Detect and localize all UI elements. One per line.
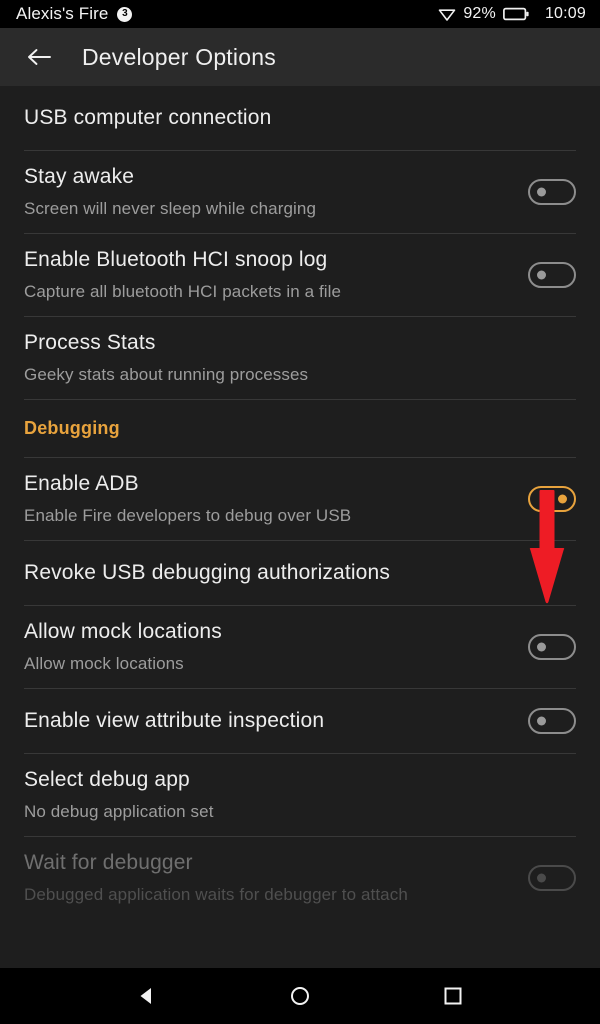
list-item-usb-computer-connection[interactable]: USB computer connection [0,86,600,150]
list-item-enable-view-attribute-inspection[interactable]: Enable view attribute inspection [0,689,600,753]
stay-awake-toggle[interactable] [528,179,576,205]
row-text-block: Enable Bluetooth HCI snoop log Capture a… [24,247,528,302]
battery-percent-label: 92% [463,5,496,22]
row-subtitle: No debug application set [24,801,214,821]
row-subtitle: Capture all bluetooth HCI packets in a f… [24,281,342,301]
row-subtitle: Geeky stats about running processes [24,364,309,384]
device-name-label: Alexis's Fire [16,4,109,23]
row-title: Process Stats [24,331,156,355]
nav-back-triangle-icon [136,985,158,1007]
section-header-debugging: Debugging [0,400,600,457]
toggle-knob [537,716,546,726]
toggle-knob [537,187,546,197]
row-subtitle: Allow mock locations [24,653,184,673]
action-bar: Developer Options [0,28,600,86]
row-title: Revoke USB debugging authorizations [24,560,390,584]
nav-home-circle-icon [289,985,311,1007]
nav-recents-button[interactable] [425,968,481,1024]
row-title: Select debug app [24,768,190,792]
row-text-block: Revoke USB debugging authorizations [24,560,576,586]
clock-label: 10:09 [544,5,586,22]
row-text-block: Stay awake Screen will never sleep while… [24,164,528,219]
list-item-select-debug-app[interactable]: Select debug app No debug application se… [0,754,600,836]
row-text-block: Process Stats Geeky stats about running … [24,330,576,385]
page-title: Developer Options [82,43,276,70]
row-title: USB computer connection [24,105,272,129]
back-arrow-icon [26,47,52,67]
allow-mock-locations-toggle[interactable] [528,634,576,660]
toggle-knob [537,642,546,652]
row-title: Enable ADB [24,472,139,496]
row-text-block: Select debug app No debug application se… [24,767,576,822]
row-title: Enable view attribute inspection [24,708,325,732]
system-navigation-bar [0,968,600,1024]
toggle-knob [537,270,546,280]
section-header-label: Debugging [24,418,120,438]
back-button[interactable] [22,40,56,74]
notification-count-badge: 3 [117,6,133,22]
row-text-block: Enable ADB Enable Fire developers to deb… [24,471,528,526]
list-item-process-stats[interactable]: Process Stats Geeky stats about running … [0,317,600,399]
enable-adb-toggle[interactable] [528,486,576,512]
status-bar-left: Alexis's Fire 3 [16,4,133,24]
row-text-block: Enable view attribute inspection [24,708,528,734]
wait-for-debugger-toggle [528,865,576,891]
row-subtitle: Screen will never sleep while charging [24,198,317,218]
status-bar-right: 92% 10:09 [438,5,586,23]
row-subtitle: Debugged application waits for debugger … [24,884,408,904]
row-title: Stay awake [24,165,135,189]
device-screen: Alexis's Fire 3 92% 10:09 Developer Opti… [0,0,600,1024]
status-bar: Alexis's Fire 3 92% 10:09 [0,0,600,28]
nav-home-button[interactable] [272,968,328,1024]
row-text-block: USB computer connection [24,105,576,131]
row-title: Enable Bluetooth HCI snoop log [24,248,328,272]
list-item-stay-awake[interactable]: Stay awake Screen will never sleep while… [0,151,600,233]
row-text-block: Wait for debugger Debugged application w… [24,850,528,905]
list-item-enable-bluetooth-hci-snoop-log[interactable]: Enable Bluetooth HCI snoop log Capture a… [0,234,600,316]
nav-back-button[interactable] [119,968,175,1024]
settings-list[interactable]: USB computer connection Stay awake Scree… [0,86,600,968]
toggle-knob [537,873,546,883]
list-item-enable-adb[interactable]: Enable ADB Enable Fire developers to deb… [0,458,600,540]
row-text-block: Allow mock locations Allow mock location… [24,619,528,674]
list-item-wait-for-debugger: Wait for debugger Debugged application w… [0,837,600,919]
bluetooth-hci-snoop-log-toggle[interactable] [528,262,576,288]
row-title: Allow mock locations [24,620,222,644]
list-item-allow-mock-locations[interactable]: Allow mock locations Allow mock location… [0,606,600,688]
toggle-knob [558,494,567,504]
view-attribute-inspection-toggle[interactable] [528,708,576,734]
nav-recents-square-icon [442,985,464,1007]
row-title: Wait for debugger [24,851,193,875]
list-item-revoke-usb-debugging-authorizations[interactable]: Revoke USB debugging authorizations [0,541,600,605]
wifi-icon [438,7,456,21]
row-subtitle: Enable Fire developers to debug over USB [24,505,352,525]
battery-icon [503,7,529,21]
